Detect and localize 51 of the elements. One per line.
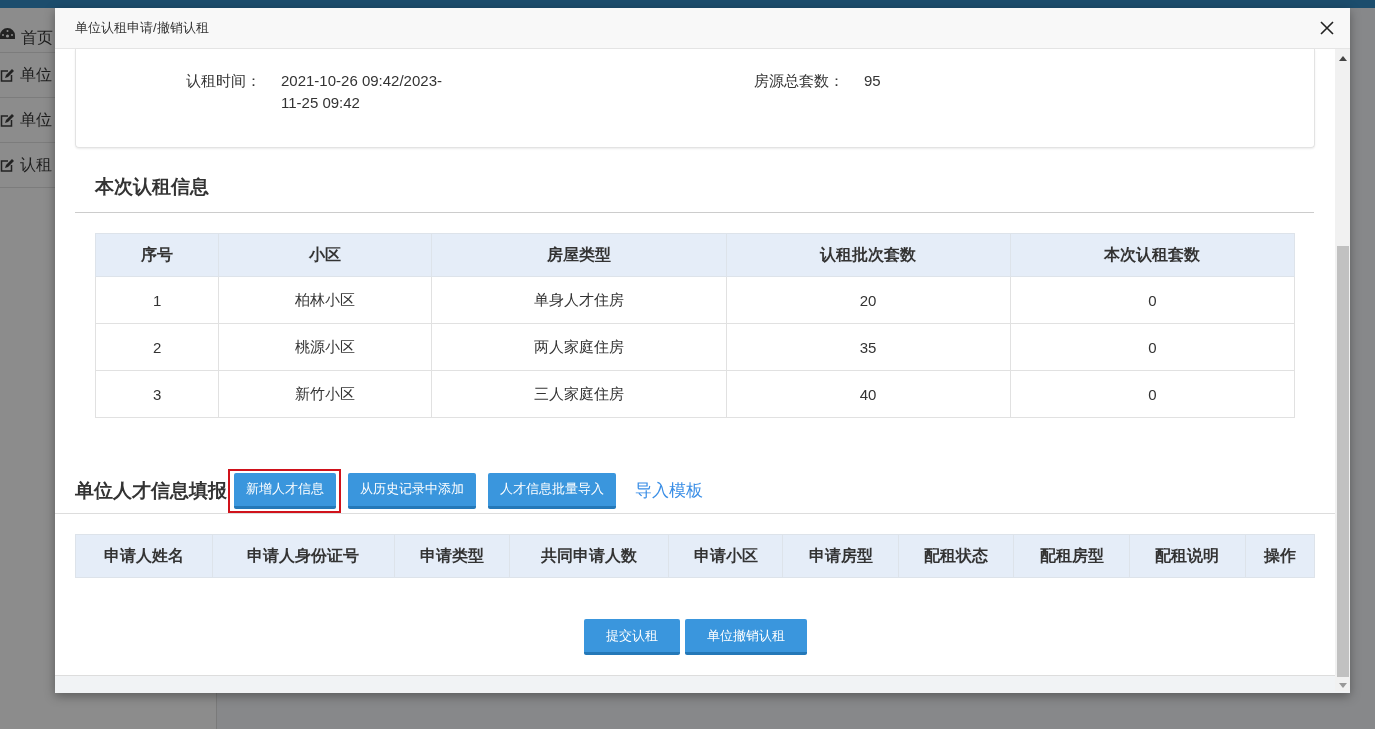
scroll-up-icon[interactable] <box>1339 56 1347 61</box>
edit-icon <box>0 68 14 82</box>
column-header: 配租房型 <box>1013 534 1130 578</box>
column-header: 申请人身份证号 <box>212 534 394 578</box>
field-value: 95 <box>864 71 882 91</box>
column-header: 申请人姓名 <box>75 534 213 578</box>
table-cell: 1 <box>95 276 219 324</box>
table-cell: 20 <box>726 276 1011 324</box>
field-label: 认租时间： <box>185 71 262 91</box>
field-label: 房源总套数： <box>754 71 845 91</box>
column-header: 配租说明 <box>1129 534 1246 578</box>
column-header: 本次认租套数 <box>1010 233 1295 277</box>
submit-button[interactable]: 提交认租 <box>583 619 680 655</box>
column-header: 申请房型 <box>782 534 899 578</box>
table-cell: 柏林小区 <box>218 276 432 324</box>
scrollbar[interactable] <box>1335 49 1350 691</box>
column-header: 配租状态 <box>898 534 1014 578</box>
field-value: 2021-10-26 09:42/2023-11-25 09:42 <box>281 71 443 113</box>
table-cell: 2 <box>95 323 219 371</box>
table-cell: 0 <box>1010 276 1295 324</box>
action-button[interactable]: 新增人才信息 <box>234 472 336 509</box>
table-cell: 35 <box>726 323 1011 371</box>
cancel-button[interactable]: 单位撤销认租 <box>684 619 807 655</box>
scrollbar-thumb[interactable] <box>1337 246 1349 677</box>
action-button[interactable]: 从历史记录中添加 <box>348 472 476 509</box>
dialog-title: 单位认租申请/撤销认租 <box>75 19 209 37</box>
column-header: 共同申请人数 <box>509 534 669 578</box>
column-header: 申请小区 <box>668 534 783 578</box>
section-title: 单位人才信息填报 <box>75 478 227 503</box>
scroll-down-icon[interactable] <box>1339 683 1347 688</box>
table-cell: 三人家庭住房 <box>431 370 726 418</box>
table-cell: 单身人才住房 <box>431 276 726 324</box>
table-cell: 新竹小区 <box>218 370 432 418</box>
edit-icon <box>0 158 14 172</box>
section-title: 本次认租信息 <box>95 176 209 197</box>
table-cell: 0 <box>1010 323 1295 371</box>
table-cell: 两人家庭住房 <box>431 323 726 371</box>
close-icon[interactable] <box>1319 20 1335 36</box>
column-header: 房屋类型 <box>431 233 726 277</box>
table-cell: 40 <box>726 370 1011 418</box>
edit-icon <box>0 113 14 127</box>
column-header: 认租批次套数 <box>726 233 1011 277</box>
column-header: 申请类型 <box>394 534 510 578</box>
column-header: 序号 <box>95 233 219 277</box>
action-button[interactable]: 人才信息批量导入 <box>488 472 616 509</box>
table-cell: 3 <box>95 370 219 418</box>
table-cell: 桃源小区 <box>218 323 432 371</box>
table-cell: 0 <box>1010 370 1295 418</box>
template-link[interactable]: 导入模板 <box>635 479 703 502</box>
column-header: 小区 <box>218 233 432 277</box>
column-header: 操作 <box>1245 534 1315 578</box>
